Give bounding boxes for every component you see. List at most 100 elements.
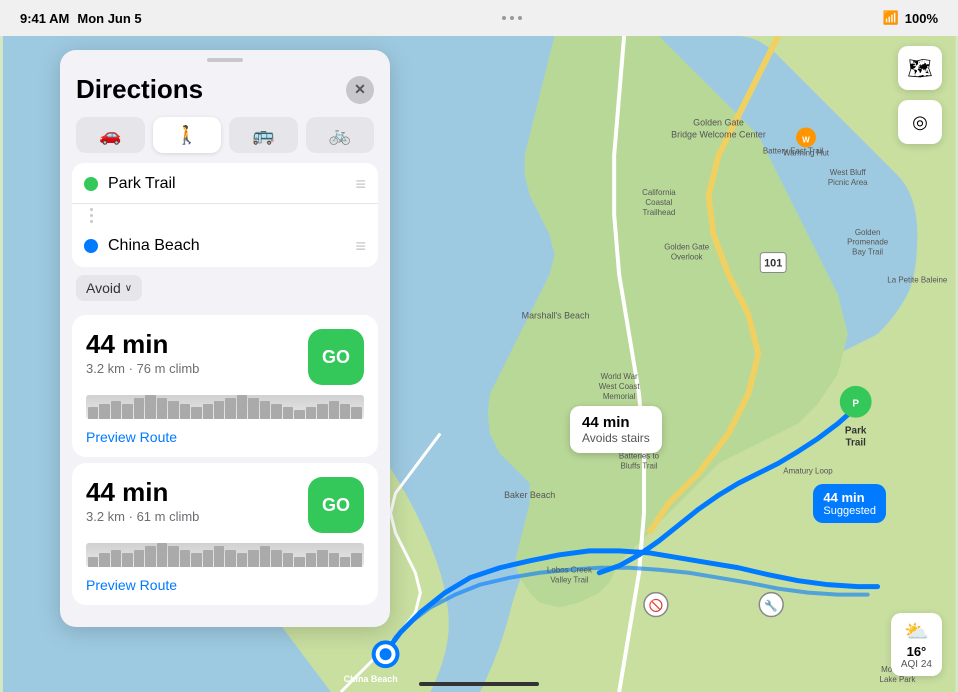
elevation-bar — [283, 553, 293, 567]
svg-text:🔧: 🔧 — [764, 599, 778, 613]
svg-text:West Coast: West Coast — [599, 382, 641, 391]
elevation-bar — [145, 395, 155, 419]
svg-text:Promenade: Promenade — [847, 238, 889, 247]
elevation-bar — [306, 553, 316, 567]
svg-text:Lake Park: Lake Park — [880, 675, 916, 684]
tab-transit[interactable]: 🚌 — [229, 117, 298, 153]
elevation-bar — [214, 546, 224, 567]
map-layers-icon: 🗺 — [907, 56, 932, 81]
svg-text:West Bluff: West Bluff — [830, 168, 867, 177]
route-card-1: 44 min 3.2 km · 76 m climb GO Preview Ro… — [72, 315, 378, 457]
svg-text:Coastal: Coastal — [645, 198, 672, 207]
route-elevation-2 — [86, 543, 364, 567]
elevation-bar — [351, 553, 361, 567]
elevation-bar — [99, 553, 109, 567]
route-card-2: 44 min 3.2 km · 61 m climb GO Preview Ro… — [72, 463, 378, 605]
svg-text:Picnic Area: Picnic Area — [828, 178, 868, 187]
svg-text:Bridge Welcome Center: Bridge Welcome Center — [671, 129, 766, 139]
destination-handle: ≡ — [355, 237, 366, 255]
elevation-bars-2 — [86, 543, 364, 567]
close-button[interactable]: ✕ — [346, 76, 374, 104]
origin-label: Park Trail — [108, 175, 345, 193]
origin-handle: ≡ — [355, 175, 366, 193]
waypoint-origin[interactable]: Park Trail ≡ — [72, 165, 378, 204]
map-layers-button[interactable]: 🗺 — [898, 46, 942, 90]
svg-text:Lobos Creek: Lobos Creek — [547, 566, 592, 575]
svg-text:Memorial: Memorial — [603, 392, 636, 401]
elevation-bar — [180, 404, 190, 419]
location-button[interactable]: ◎ — [898, 100, 942, 144]
svg-text:California: California — [642, 188, 676, 197]
svg-text:Golden: Golden — [855, 228, 881, 237]
tab-car[interactable]: 🚗 — [76, 117, 145, 153]
elevation-bar — [203, 404, 213, 419]
c-dot2 — [90, 214, 93, 217]
status-time: 9:41 AM — [20, 11, 69, 26]
callout-time: 44 min — [582, 414, 650, 431]
tab-bike[interactable]: 🚲 — [306, 117, 375, 153]
origin-dot — [84, 177, 98, 191]
elevation-bar — [225, 550, 235, 567]
route-meta-2: 3.2 km · 61 m climb — [86, 509, 199, 524]
go-button-2[interactable]: GO — [308, 477, 364, 533]
callout-sub: Avoids stairs — [582, 431, 650, 445]
status-bar: 9:41 AM Mon Jun 5 📶 100% — [0, 0, 958, 36]
c-dot1 — [90, 208, 93, 211]
go-button-1[interactable]: GO — [308, 329, 364, 385]
tab-walk[interactable]: 🚶 — [153, 117, 222, 153]
connector — [72, 204, 378, 227]
status-center — [502, 16, 522, 20]
weather-aqi: AQI 24 — [901, 659, 932, 670]
elevation-bar — [145, 546, 155, 567]
svg-text:Bluffs Trail: Bluffs Trail — [621, 461, 658, 470]
svg-text:P: P — [852, 399, 859, 410]
weather-icon: ⛅ — [904, 619, 929, 644]
avoid-chevron: ∨ — [125, 283, 132, 294]
preview-route-2[interactable]: Preview Route — [86, 577, 177, 593]
status-date: Mon Jun 5 — [77, 11, 141, 26]
route-time-1: 44 min — [86, 329, 199, 360]
elevation-bar — [329, 553, 339, 567]
elevation-bar — [99, 404, 109, 419]
panel-title: Directions — [76, 74, 203, 105]
directions-panel: Directions ✕ 🚗 🚶 🚌 🚲 Park Trail ≡ China … — [60, 50, 390, 627]
elevation-bar — [271, 550, 281, 567]
svg-text:Overlook: Overlook — [671, 253, 703, 262]
elevation-bars-1 — [86, 395, 364, 419]
suggested-badge[interactable]: 44 min Suggested — [813, 484, 886, 523]
preview-route-1[interactable]: Preview Route — [86, 429, 177, 445]
battery-icon: 100% — [905, 11, 938, 26]
destination-dot — [84, 239, 98, 253]
waypoint-destination[interactable]: China Beach ≡ — [72, 227, 378, 265]
svg-text:World War: World War — [601, 372, 638, 381]
elevation-bar — [111, 401, 121, 419]
svg-text:Park: Park — [845, 426, 867, 437]
svg-text:W: W — [802, 135, 810, 144]
svg-text:Amatury Loop: Amatury Loop — [783, 466, 833, 475]
svg-text:Golden Gate: Golden Gate — [664, 243, 710, 252]
badge-time: 44 min — [823, 490, 876, 505]
elevation-bar — [260, 401, 270, 419]
elevation-bar — [180, 550, 190, 567]
svg-text:Warming Hut: Warming Hut — [783, 148, 830, 157]
elevation-bar — [351, 407, 361, 419]
svg-text:101: 101 — [764, 258, 782, 270]
elevation-bar — [294, 410, 304, 419]
svg-text:Trailhead: Trailhead — [643, 208, 676, 217]
elevation-bar — [225, 398, 235, 419]
route-info-2: 44 min 3.2 km · 61 m climb — [86, 477, 199, 524]
avoids-stairs-callout[interactable]: 44 min Avoids stairs — [570, 406, 662, 453]
avoid-button[interactable]: Avoid ∨ — [76, 275, 142, 301]
home-indicator — [419, 682, 539, 686]
elevation-bar — [134, 550, 144, 567]
svg-text:Valley Trail: Valley Trail — [550, 576, 588, 585]
route-top-2: 44 min 3.2 km · 61 m climb GO — [86, 477, 364, 533]
transport-tabs: 🚗 🚶 🚌 🚲 — [60, 113, 390, 163]
weather-temp: 16° — [907, 644, 927, 659]
weather-widget: ⛅ 16° AQI 24 — [891, 613, 942, 676]
c-dot3 — [90, 220, 93, 223]
svg-text:La Petite Baleine: La Petite Baleine — [887, 275, 948, 284]
avoid-label: Avoid — [86, 280, 121, 296]
elevation-bar — [283, 407, 293, 419]
elevation-bar — [294, 557, 304, 567]
